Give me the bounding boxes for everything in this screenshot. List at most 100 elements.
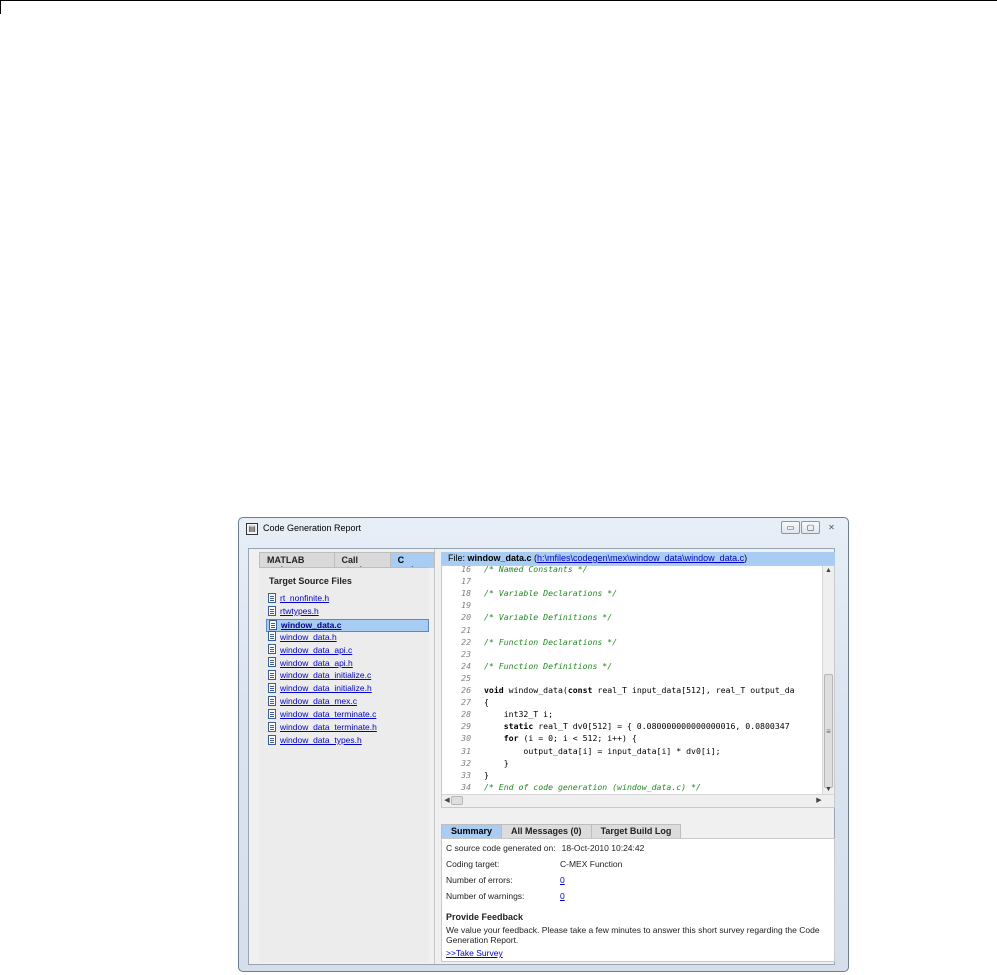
file-icon	[268, 721, 276, 732]
line-number: 19	[461, 600, 471, 611]
scroll-right-arrow-icon[interactable]: ▶	[814, 795, 824, 807]
file-bar-prefix: File:	[448, 553, 468, 563]
vertical-scroll-thumb[interactable]: ≡	[824, 674, 833, 788]
file-link-label: window_data_initialize.c	[280, 670, 372, 681]
coding-target-value: C-MEX Function	[560, 859, 623, 869]
file-link[interactable]: rt_nonfinite.h	[268, 592, 418, 606]
line-number: 33	[461, 769, 471, 780]
source-file-list: Target Source Files rt_nonfinite.h rtwtyp…	[259, 567, 429, 962]
horizontal-scroll-thumb[interactable]	[451, 796, 463, 805]
code-token: /* Variable Declarations */	[484, 588, 618, 599]
errors-row: Number of errors: 0	[446, 875, 565, 885]
code-token: {	[484, 697, 489, 708]
file-icon	[268, 683, 276, 694]
file-path-link[interactable]: h:\mfiles\codegen\mex\window_data\window…	[537, 553, 744, 563]
code-line: 31 output_data[i] = input_data[i] * dv0[…	[442, 745, 720, 757]
report-icon: ▤	[246, 523, 258, 535]
file-link-label: rtwtypes.h	[280, 605, 319, 616]
code-line: 27 {	[442, 696, 489, 708]
file-link[interactable]: window_data_terminate.c	[268, 708, 418, 722]
code-token: /* Variable Definitions */	[484, 612, 613, 623]
code-token: static	[503, 721, 534, 732]
file-link[interactable]: window_data_initialize.c	[268, 670, 418, 683]
file-link[interactable]: window_data_terminate.h	[268, 721, 418, 735]
generated-label: C source code generated on:	[446, 843, 556, 853]
minimize-button[interactable]: ▭	[781, 521, 800, 534]
code-token: /* Named Constants */	[484, 565, 588, 574]
code-line: 22 /* Function Declarations */	[442, 636, 617, 648]
code-viewer[interactable]: 16 /* Named Constants */ 17 18 /* Variable D…	[441, 565, 835, 808]
page-top-rule	[0, 0, 997, 1]
file-link[interactable]: window_data_types.h	[268, 734, 418, 748]
line-number: 16	[461, 565, 471, 574]
file-link[interactable]: window_data_initialize.h	[268, 683, 418, 696]
list-heading: Target Source Files	[269, 576, 352, 586]
code-line: 26 void window_data(const real_T input_da…	[442, 684, 794, 696]
line-number: 34	[461, 781, 471, 792]
file-icon	[268, 657, 276, 668]
window-title: Code Generation Report	[263, 523, 362, 533]
file-link[interactable]: window_data_api.c	[268, 644, 418, 658]
page-left-rule	[0, 0, 1, 14]
tab-call-stack[interactable]: Call stack	[333, 552, 391, 575]
code-token: /* Function Declarations */	[484, 636, 618, 647]
file-link[interactable]: rtwtypes.h	[268, 605, 418, 619]
file-icon	[268, 734, 276, 745]
code-line: 34 /* End of code generation (window_data…	[442, 781, 701, 793]
tab-c-code[interactable]: C code	[389, 552, 435, 575]
file-link-label: window_data_mex.c	[280, 696, 358, 707]
line-number: 32	[461, 757, 471, 768]
file-bar-close-paren: )	[744, 553, 748, 563]
maximize-button[interactable]: ▢	[801, 521, 820, 534]
vertical-scrollbar[interactable]: ▲ ≡ ▼	[822, 566, 834, 795]
code-token: const	[567, 685, 593, 695]
line-number: 31	[461, 745, 471, 756]
close-button[interactable]: ✕	[822, 521, 841, 534]
code-line: 23	[442, 648, 484, 660]
file-link-label: window_data_api.c	[280, 644, 353, 655]
title-bar[interactable]: ▤ Code Generation Report ▭ ▢ ✕	[239, 518, 848, 542]
file-icon	[268, 644, 276, 655]
file-bar: File: window_data.c (h:\mfiles\codegen\m…	[441, 552, 835, 565]
code-token: }	[484, 769, 489, 780]
file-icon	[268, 670, 276, 681]
tab-target-build-log[interactable]: Target Build Log	[590, 824, 682, 839]
file-link[interactable]: window_data.h	[268, 631, 418, 645]
take-survey-link[interactable]: >>Take Survey	[446, 948, 503, 958]
tab-matlab-code[interactable]: MATLAB code	[259, 552, 335, 575]
generated-value: 18-Oct-2010 10:24:42	[561, 843, 645, 853]
file-icon	[268, 708, 276, 719]
file-link[interactable]: window_data_api.h	[268, 657, 418, 671]
code-token: }	[484, 757, 509, 768]
coding-target-row: Coding target: C-MEX Function	[446, 859, 622, 869]
line-number: 29	[461, 721, 471, 732]
code-token: window_data(	[503, 685, 568, 695]
file-link[interactable]: window_data.c	[266, 618, 429, 632]
code-token: void	[484, 685, 504, 695]
code-line: 33}	[442, 769, 489, 781]
line-number: 24	[461, 660, 471, 671]
code-line: 30 for (i = 0; i < 512; i++) {	[442, 732, 637, 744]
line-number: 17	[461, 576, 471, 587]
tab-all-messages[interactable]: All Messages (0)	[501, 824, 592, 839]
file-icon	[268, 592, 276, 603]
line-number: 25	[461, 672, 471, 683]
file-icon	[268, 695, 276, 706]
horizontal-scrollbar[interactable]: ◀ ▶	[442, 794, 834, 807]
file-link[interactable]: window_data_mex.c	[268, 695, 418, 709]
code-line: 16 /* Named Constants */	[442, 565, 588, 575]
line-number: 27	[461, 697, 471, 708]
errors-count-link[interactable]: 0	[560, 875, 565, 885]
scroll-up-arrow-icon[interactable]: ▲	[823, 566, 834, 576]
code-token: /* Function Definitions */	[484, 660, 613, 671]
file-link-label: window_data_initialize.h	[280, 683, 372, 694]
code-token: for	[503, 733, 519, 744]
code-line: 29 static real_T dv0[512] = { 0.08000000…	[442, 720, 789, 732]
client-area: MATLAB code Call stack C code Target Sou…	[248, 548, 835, 965]
warnings-count-link[interactable]: 0	[560, 891, 565, 901]
tab-summary[interactable]: Summary	[441, 824, 503, 839]
code-line: 21	[442, 624, 484, 636]
code-line: 17	[442, 575, 484, 587]
